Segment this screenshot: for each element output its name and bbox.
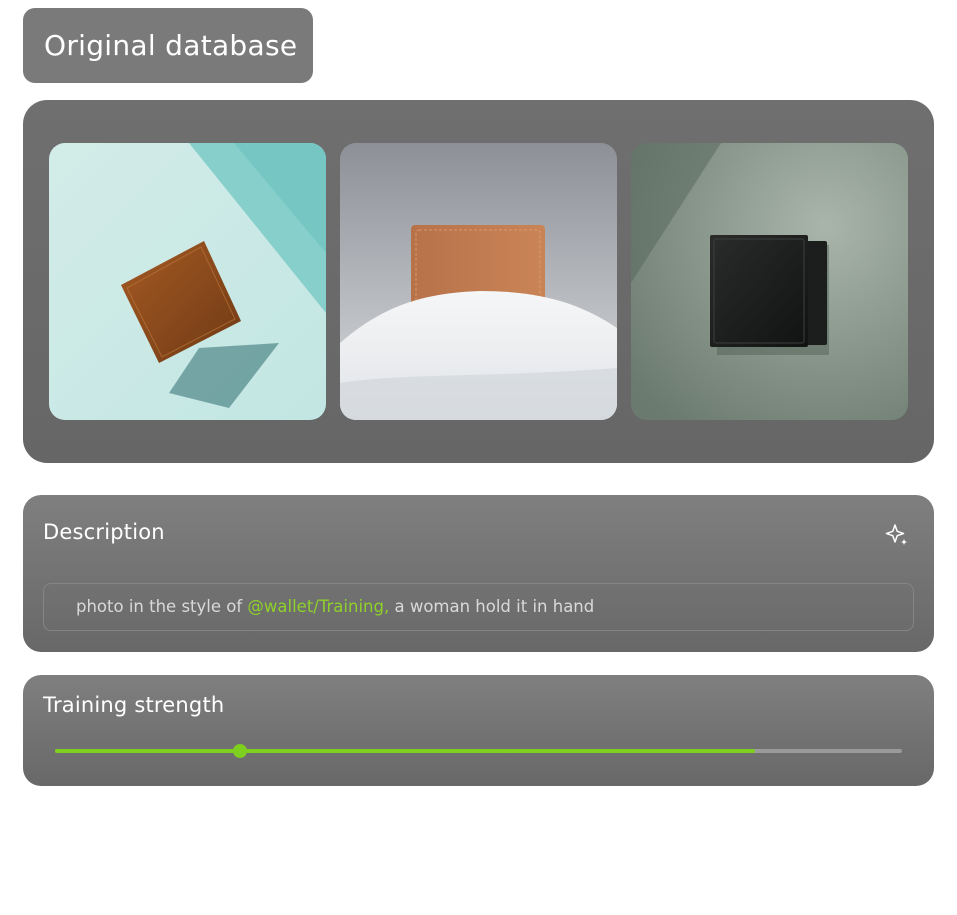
prompt-suffix: a woman hold it in hand bbox=[389, 597, 595, 616]
sparkle-icon[interactable] bbox=[884, 522, 910, 548]
description-panel: Description photo in the style of @walle… bbox=[23, 495, 934, 652]
training-strength-panel: Training strength bbox=[23, 675, 934, 786]
prompt-prefix: photo in the style of bbox=[76, 597, 248, 616]
training-strength-slider[interactable] bbox=[55, 744, 902, 758]
gallery-image-brown-wallet[interactable] bbox=[49, 143, 326, 420]
description-label: Description bbox=[43, 520, 165, 544]
app-root: Original database Description photo in t… bbox=[0, 0, 957, 915]
training-mention[interactable]: @wallet/Training, bbox=[247, 597, 389, 616]
tan-wallet-image bbox=[340, 143, 617, 420]
section-title: Original database bbox=[23, 8, 313, 83]
slider-thumb[interactable] bbox=[232, 744, 247, 758]
gallery-image-tan-wallet[interactable] bbox=[340, 143, 617, 420]
gallery-image-black-wallet[interactable] bbox=[631, 143, 908, 420]
prompt-input[interactable]: photo in the style of @wallet/Training, … bbox=[43, 583, 914, 631]
slider-fill bbox=[55, 749, 756, 753]
image-gallery bbox=[23, 100, 934, 463]
black-wallet-image bbox=[631, 143, 908, 420]
training-strength-label: Training strength bbox=[43, 693, 225, 717]
brown-wallet-image bbox=[49, 143, 326, 420]
